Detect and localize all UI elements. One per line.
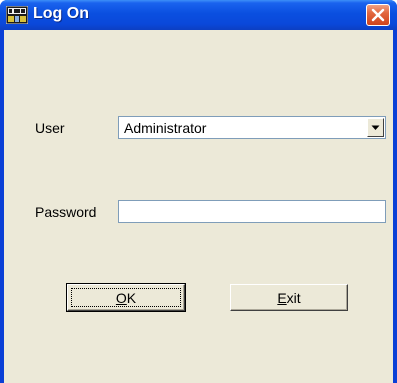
- close-icon: [371, 8, 385, 22]
- focus-rectangle: [71, 288, 181, 307]
- exit-button-label: Exit: [277, 289, 301, 306]
- window-border: [393, 30, 397, 383]
- log-on-dialog: Log On User Administrator Password OK Ex: [0, 0, 397, 383]
- dme-app-icon: [6, 6, 28, 24]
- user-select-value: Administrator: [124, 120, 207, 136]
- user-dropdown-button[interactable]: [367, 118, 384, 137]
- window-title: Log On: [33, 5, 89, 22]
- user-label: User: [35, 120, 65, 136]
- chevron-down-icon: [371, 125, 380, 130]
- title-bar[interactable]: Log On: [0, 0, 397, 30]
- exit-button[interactable]: Exit: [230, 284, 348, 311]
- dialog-body: User Administrator Password OK Exit: [4, 30, 393, 383]
- user-select[interactable]: Administrator: [118, 116, 386, 139]
- close-button[interactable]: [366, 4, 390, 26]
- password-label: Password: [35, 204, 97, 220]
- password-field[interactable]: [118, 200, 386, 223]
- ok-button[interactable]: OK: [66, 283, 186, 312]
